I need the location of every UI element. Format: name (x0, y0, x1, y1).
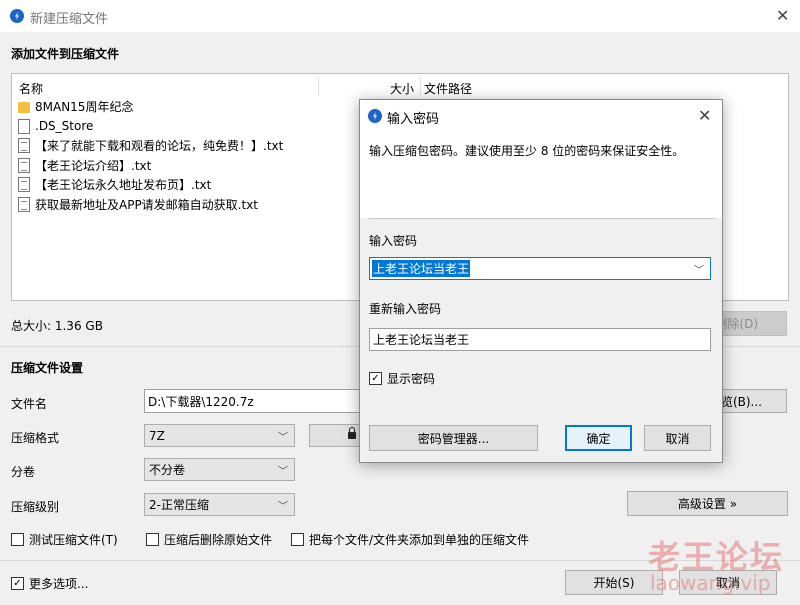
chevron-down-icon: ﹀ (278, 432, 288, 443)
dialog-close-icon[interactable]: ✕ (698, 108, 711, 124)
column-header-path[interactable]: 文件路径 (424, 80, 472, 97)
file-name: 【来了就能下载和观看的论坛，纯免费！】.txt (35, 139, 284, 154)
list-item[interactable]: 【来了就能下载和观看的论坛，纯免费！】.txt (18, 136, 358, 156)
level-label: 压缩级别 (11, 500, 60, 514)
chevron-down-icon[interactable]: ﹀ (694, 261, 704, 276)
list-item[interactable]: 8MAN15周年纪念 (18, 97, 358, 117)
file-name: 【老王论坛永久地址发布页】.txt (35, 178, 212, 193)
file-name: 【老王论坛介绍】.txt (35, 158, 152, 173)
password-manager-button[interactable]: 密码管理器... (369, 425, 538, 451)
password-input[interactable]: 上老王论坛当老王 ﹀ (369, 257, 711, 280)
advanced-settings-button[interactable]: 高级设置 » (627, 491, 788, 516)
show-password-label: 显示密码 (387, 372, 436, 386)
ok-button[interactable]: 确定 (565, 425, 632, 451)
filename-input[interactable]: D:\下载器\1220.7z (144, 389, 359, 413)
add-files-heading: 添加文件到压缩文件 (11, 47, 120, 61)
format-label: 压缩格式 (11, 431, 60, 445)
dialog-titlebar: 输入密码 ✕ (360, 100, 722, 132)
total-size-text: 总大小: 1.36 GB (11, 319, 103, 333)
password-value: 上老王论坛当老王 (372, 260, 471, 277)
chevron-down-icon: ﹀ (278, 466, 288, 477)
advanced-settings-label: 高级设置 » (677, 497, 738, 511)
dialog-cancel-label: 取消 (665, 431, 690, 446)
column-divider (420, 77, 421, 95)
test-archive-label: 测试压缩文件(T) (29, 533, 118, 547)
level-select[interactable]: 2-正常压缩 ﹀ (144, 493, 295, 516)
file-name: 8MAN15周年纪念 (35, 100, 134, 115)
separate-archives-label: 把每个文件/文件夹添加到单独的压缩文件 (309, 533, 530, 547)
text-file-icon (18, 177, 30, 193)
dialog-divider (369, 218, 715, 219)
ok-button-label: 确定 (586, 431, 611, 446)
watermark-url: laowang.vip (650, 571, 771, 595)
filename-label: 文件名 (11, 397, 48, 411)
column-divider (318, 77, 319, 95)
level-value: 2-正常压缩 (149, 498, 209, 512)
file-rows: 8MAN15周年纪念 .DS_Store 【来了就能下载和观看的论坛，纯免费！】… (18, 97, 358, 214)
window-title: 新建压缩文件 (30, 12, 109, 27)
confirm-password-input[interactable]: 上老王论坛当老王 (369, 328, 711, 351)
list-item[interactable]: 【老王论坛介绍】.txt (18, 156, 358, 176)
confirm-password-label: 重新输入密码 (369, 302, 442, 316)
split-value: 不分卷 (149, 463, 186, 477)
list-item[interactable]: .DS_Store (18, 117, 358, 137)
text-file-icon (18, 138, 30, 154)
column-header-name[interactable]: 名称 (19, 80, 43, 97)
dialog-cancel-button[interactable]: 取消 (644, 425, 711, 451)
window-close-icon[interactable]: ✕ (776, 8, 789, 24)
list-item[interactable]: 【老王论坛永久地址发布页】.txt (18, 175, 358, 195)
show-password-option[interactable]: ✓ 显示密码 (369, 370, 435, 387)
test-archive-checkbox[interactable] (11, 533, 24, 546)
settings-heading: 压缩文件设置 (11, 361, 84, 375)
dialog-description-panel: 输入压缩包密码。建议使用至少 8 位的密码来保证安全性。 (360, 132, 722, 218)
encrypt-button[interactable] (309, 424, 361, 447)
delete-after-option[interactable]: 压缩后删除原始文件 (146, 531, 272, 548)
window-titlebar: 新建压缩文件 ✕ (0, 0, 800, 32)
confirm-password-value: 上老王论坛当老王 (373, 333, 470, 347)
lock-icon (348, 427, 356, 440)
format-value: 7Z (149, 428, 165, 443)
split-select[interactable]: 不分卷 ﹀ (144, 458, 295, 481)
folder-icon (18, 102, 30, 114)
more-options-label: 更多选项... (29, 577, 89, 591)
file-name: 获取最新地址及APP请发邮箱自动获取.txt (35, 197, 259, 212)
filename-value: D:\下载器\1220.7z (148, 394, 254, 409)
chevron-down-icon: ﹀ (278, 501, 288, 512)
separate-archives-checkbox[interactable] (291, 533, 304, 546)
file-icon (18, 118, 30, 134)
file-name: .DS_Store (35, 119, 94, 134)
separate-archives-option[interactable]: 把每个文件/文件夹添加到单独的压缩文件 (291, 531, 529, 548)
more-options-checkbox[interactable]: ✓ (11, 577, 24, 590)
app-logo-icon (368, 109, 382, 123)
password-dialog: 输入密码 ✕ 输入压缩包密码。建议使用至少 8 位的密码来保证安全性。 输入密码… (359, 99, 723, 463)
app-logo-icon (10, 9, 24, 23)
dialog-description: 输入压缩包密码。建议使用至少 8 位的密码来保证安全性。 (369, 144, 685, 158)
column-header-size[interactable]: 大小 (390, 80, 414, 97)
more-options-toggle[interactable]: ✓ 更多选项... (11, 575, 88, 592)
split-label: 分卷 (11, 465, 36, 479)
list-item[interactable]: 获取最新地址及APP请发邮箱自动获取.txt (18, 195, 358, 215)
start-button-label: 开始(S) (593, 576, 635, 590)
delete-after-checkbox[interactable] (146, 533, 159, 546)
format-select[interactable]: 7Z ﹀ (144, 424, 295, 447)
text-file-icon (18, 196, 30, 212)
password-manager-label: 密码管理器... (417, 431, 490, 446)
password-label: 输入密码 (369, 234, 418, 248)
delete-after-label: 压缩后删除原始文件 (164, 533, 273, 547)
show-password-checkbox[interactable]: ✓ (369, 372, 382, 385)
text-file-icon (18, 157, 30, 173)
test-archive-option[interactable]: 测试压缩文件(T) (11, 531, 118, 548)
dialog-title: 输入密码 (387, 112, 440, 127)
